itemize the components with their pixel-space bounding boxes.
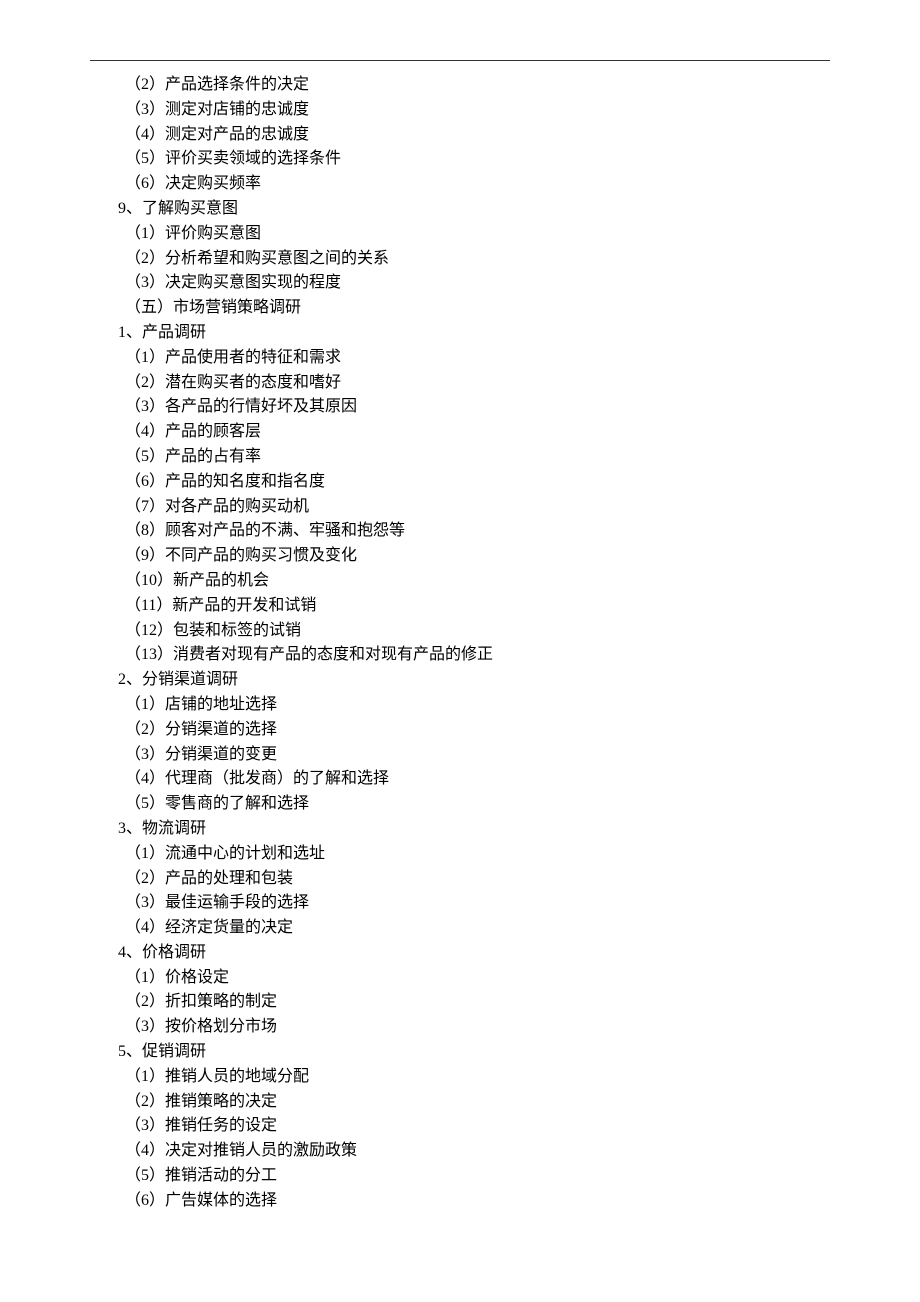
text-line: （6）产品的知名度和指名度 (90, 470, 830, 495)
text-line: （1）评价购买意图 (90, 222, 830, 247)
text-line: （1）店铺的地址选择 (90, 693, 830, 718)
text-line: （7）对各产品的购买动机 (90, 495, 830, 520)
text-line: （2）产品的处理和包装 (90, 867, 830, 892)
text-line: （2）折扣策略的制定 (90, 990, 830, 1015)
text-line: （2）分析希望和购买意图之间的关系 (90, 247, 830, 272)
text-line: （4）经济定货量的决定 (90, 916, 830, 941)
header-rule (90, 60, 830, 61)
text-line: （4）代理商（批发商）的了解和选择 (90, 767, 830, 792)
text-line: （1）流通中心的计划和选址 (90, 842, 830, 867)
text-line: 3、物流调研 (90, 817, 830, 842)
text-line: （11）新产品的开发和试销 (90, 594, 830, 619)
text-line: （5）零售商的了解和选择 (90, 792, 830, 817)
text-line: （1）推销人员的地域分配 (90, 1065, 830, 1090)
text-line: （9）不同产品的购买习惯及变化 (90, 544, 830, 569)
text-line: （10）新产品的机会 (90, 569, 830, 594)
text-line: （4）决定对推销人员的激励政策 (90, 1139, 830, 1164)
text-line: （1）产品使用者的特征和需求 (90, 346, 830, 371)
text-line: （3）最佳运输手段的选择 (90, 891, 830, 916)
text-line: （6）决定购买频率 (90, 172, 830, 197)
document-body: （2）产品选择条件的决定（3）测定对店铺的忠诚度（4）测定对产品的忠诚度（5）评… (90, 73, 830, 1214)
text-line: （12）包装和标签的试销 (90, 619, 830, 644)
text-line: （13）消费者对现有产品的态度和对现有产品的修正 (90, 643, 830, 668)
text-line: （3）按价格划分市场 (90, 1015, 830, 1040)
text-line: （4）测定对产品的忠诚度 (90, 123, 830, 148)
text-line: （3）决定购买意图实现的程度 (90, 271, 830, 296)
text-line: （8）顾客对产品的不满、牢骚和抱怨等 (90, 519, 830, 544)
document-page: （2）产品选择条件的决定（3）测定对店铺的忠诚度（4）测定对产品的忠诚度（5）评… (0, 0, 920, 1254)
text-line: （1）价格设定 (90, 966, 830, 991)
text-line: （3）测定对店铺的忠诚度 (90, 98, 830, 123)
text-line: （5）推销活动的分工 (90, 1164, 830, 1189)
text-line: （2）分销渠道的选择 (90, 718, 830, 743)
text-line: （4）产品的顾客层 (90, 420, 830, 445)
text-line: （2）潜在购买者的态度和嗜好 (90, 371, 830, 396)
text-line: 4、价格调研 (90, 941, 830, 966)
text-line: 2、分销渠道调研 (90, 668, 830, 693)
text-line: （五）市场营销策略调研 (90, 296, 830, 321)
text-line: （5）产品的占有率 (90, 445, 830, 470)
text-line: （2）产品选择条件的决定 (90, 73, 830, 98)
text-line: （6）广告媒体的选择 (90, 1189, 830, 1214)
text-line: （3）各产品的行情好坏及其原因 (90, 395, 830, 420)
text-line: （3）推销任务的设定 (90, 1114, 830, 1139)
text-line: 9、了解购买意图 (90, 197, 830, 222)
text-line: （2）推销策略的决定 (90, 1090, 830, 1115)
text-line: （5）评价买卖领域的选择条件 (90, 147, 830, 172)
text-line: 5、促销调研 (90, 1040, 830, 1065)
text-line: 1、产品调研 (90, 321, 830, 346)
text-line: （3）分销渠道的变更 (90, 743, 830, 768)
